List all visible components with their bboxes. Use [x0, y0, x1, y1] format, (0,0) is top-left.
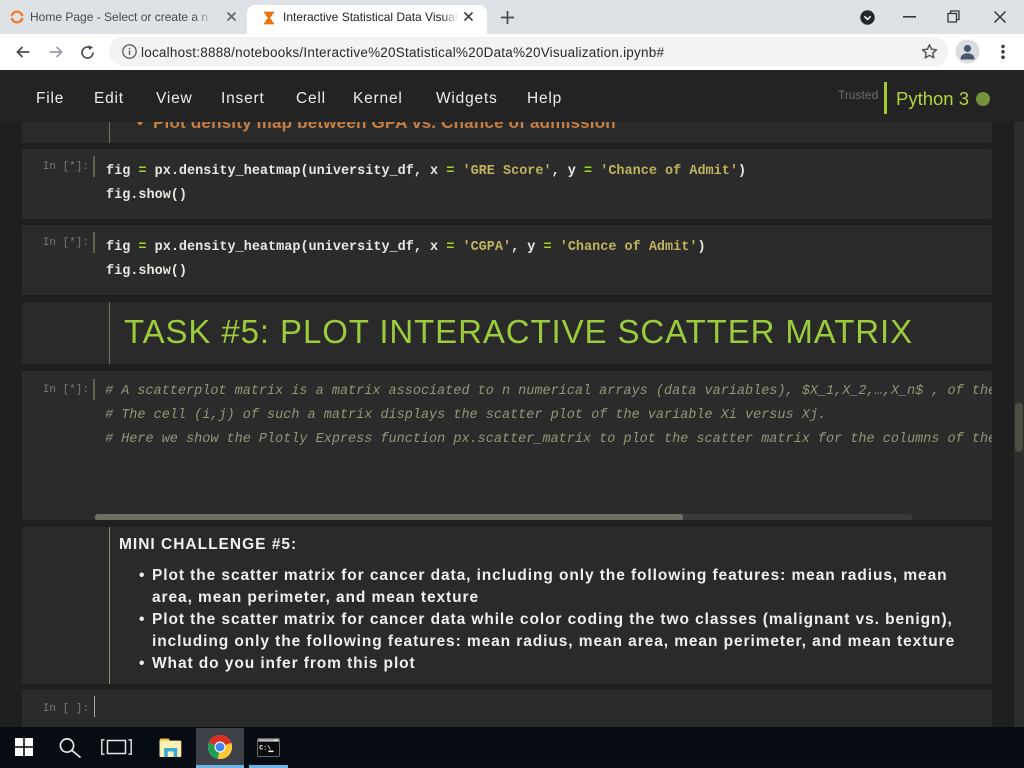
svg-text:C:\: C:\ — [259, 745, 271, 752]
